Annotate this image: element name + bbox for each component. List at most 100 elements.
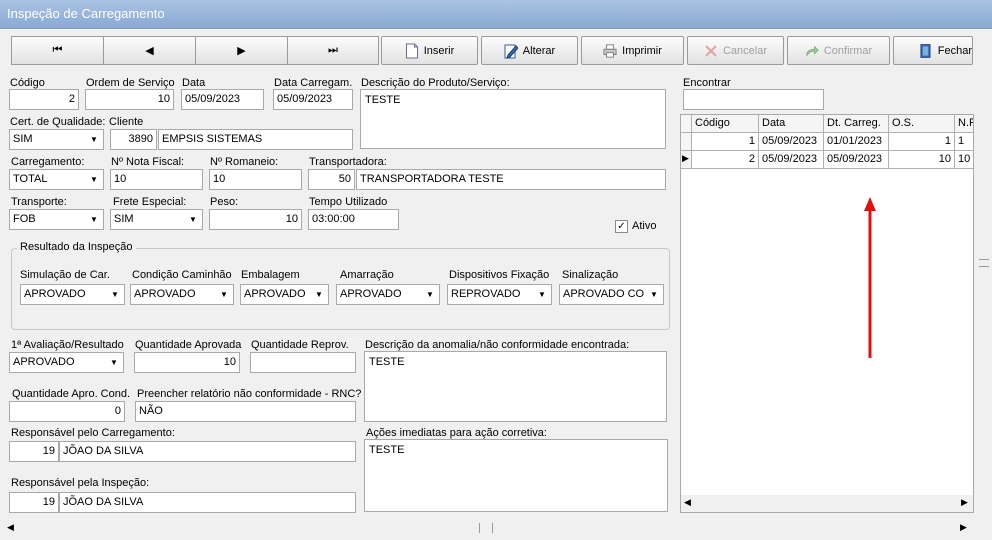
acoes-memo[interactable]: TESTE <box>364 439 668 512</box>
anomalia-memo[interactable]: TESTE <box>364 351 667 422</box>
annotation-arrow-icon <box>864 197 876 358</box>
cell-codigo: 2 <box>692 151 759 169</box>
ativo-checkbox[interactable]: ✓ <box>615 220 628 233</box>
transportadora-name-field[interactable]: TRANSPORTADORA TESTE <box>356 169 666 190</box>
qtd-aprov-label: Quantidade Aprovada <box>135 339 242 351</box>
cancel-label: Cancelar <box>722 44 768 57</box>
resp-insp-label: Responsável pela Inspeção: <box>11 477 150 489</box>
cliente-name-field[interactable]: EMPSIS SISTEMAS <box>158 129 353 150</box>
cliente-code-field[interactable]: 3890 <box>110 129 157 150</box>
first-record-button[interactable]: ⏮ <box>11 36 104 65</box>
close-door-icon <box>920 43 931 58</box>
cancel-button[interactable]: Cancelar <box>687 36 784 65</box>
sinalizacao-select[interactable]: APROVADO CONI ▼ <box>559 284 664 305</box>
chevron-down-icon: ▼ <box>85 170 103 189</box>
cell-os: 10 <box>889 151 955 169</box>
chevron-down-icon: ▼ <box>85 210 103 229</box>
rnc-field[interactable]: NÃO <box>135 401 356 422</box>
confirm-button[interactable]: Confirmar <box>787 36 890 65</box>
grid-col-dt-carreg[interactable]: Dt. Carreg. <box>824 115 889 133</box>
embalagem-select[interactable]: APROVADO ▼ <box>240 284 329 305</box>
last-icon: ⏭ <box>328 44 338 56</box>
edit-button[interactable]: Alterar <box>481 36 578 65</box>
search-input[interactable] <box>683 89 824 110</box>
frete-label: Frete Especial: <box>113 196 187 208</box>
descricao-memo[interactable]: TESTE <box>360 89 666 149</box>
resp-insp-name-field[interactable]: JÕAO DA SILVA <box>59 492 356 513</box>
transporte-select[interactable]: FOB ▼ <box>9 209 104 230</box>
carregamento-label: Carregamento: <box>11 156 85 168</box>
scroll-grip[interactable] <box>479 523 493 533</box>
resp-carreg-label: Responsável pelo Carregamento: <box>11 427 175 439</box>
chevron-down-icon: ▼ <box>106 285 124 304</box>
anomalia-label: Descrição da anomalia/não conformidade e… <box>365 339 630 351</box>
insert-button[interactable]: Inserir <box>381 36 478 65</box>
vertical-scrollbar[interactable] <box>976 67 992 517</box>
next-icon: ▶ <box>237 45 246 57</box>
table-row[interactable]: ▶ 2 05/09/2023 05/09/2023 10 10 <box>681 151 973 169</box>
confirm-arrow-icon <box>806 45 819 57</box>
print-button[interactable]: Imprimir <box>581 36 684 65</box>
condicao-select[interactable]: APROVADO ▼ <box>130 284 234 305</box>
cert-value: SIM <box>13 133 33 145</box>
nota-field[interactable]: 10 <box>110 169 203 190</box>
transporte-label: Transporte: <box>11 196 67 208</box>
amarracao-select[interactable]: APROVADO ▼ <box>336 284 440 305</box>
transportadora-code-field[interactable]: 50 <box>308 169 355 190</box>
next-record-button[interactable]: ▶ <box>195 36 288 65</box>
condicao-value: APROVADO <box>134 288 196 300</box>
grid-header: Código Data Dt. Carreg. O.S. N.F <box>681 115 973 133</box>
condicao-label: Condição Caminhão <box>132 269 232 281</box>
chevron-down-icon: ▼ <box>645 285 663 304</box>
ordem-field[interactable]: 10 <box>85 89 174 110</box>
cert-select[interactable]: SIM ▼ <box>9 129 104 150</box>
tempo-field[interactable]: 03:00:00 <box>308 209 399 230</box>
grid-col-nf[interactable]: N.F <box>955 115 973 133</box>
ativo-label: Ativo <box>632 220 657 232</box>
qtd-reprov-field[interactable] <box>250 352 356 373</box>
horizontal-scrollbar[interactable]: ◀ ▶ <box>4 520 972 537</box>
data-field[interactable]: 05/09/2023 <box>181 89 264 110</box>
scroll-left-icon[interactable]: ◀ <box>7 522 14 533</box>
resp-carreg-name-field[interactable]: JÕAO DA SILVA <box>59 441 356 462</box>
window-title: Inspeção de Carregamento <box>7 6 165 21</box>
table-row[interactable]: 1 05/09/2023 01/01/2023 1 1 <box>681 133 973 151</box>
avaliacao-select[interactable]: APROVADO ▼ <box>9 352 124 373</box>
cert-label: Cert. de Qualidade: <box>10 116 106 128</box>
codigo-label: Código <box>10 77 45 89</box>
dispositivos-select[interactable]: REPROVADO ▼ <box>447 284 552 305</box>
chevron-down-icon: ▼ <box>310 285 328 304</box>
search-label: Encontrar <box>683 77 731 89</box>
grid-col-os[interactable]: O.S. <box>889 115 955 133</box>
simulacao-select[interactable]: APROVADO ▼ <box>20 284 125 305</box>
last-record-button[interactable]: ⏭ <box>287 36 379 65</box>
frete-select[interactable]: SIM ▼ <box>110 209 203 230</box>
grid-scroll-left-icon[interactable]: ◀ <box>684 497 691 508</box>
grid-col-data[interactable]: Data <box>759 115 824 133</box>
insert-label: Inserir <box>423 44 455 57</box>
chevron-down-icon: ▼ <box>85 130 103 149</box>
data-carreg-field[interactable]: 05/09/2023 <box>273 89 353 110</box>
peso-field[interactable]: 10 <box>209 209 302 230</box>
data-label: Data <box>182 77 206 89</box>
close-button[interactable]: Fechar <box>893 36 973 65</box>
prev-record-button[interactable]: ◀ <box>103 36 196 65</box>
resp-carreg-code-field[interactable]: 19 <box>9 441 59 462</box>
scroll-right-icon[interactable]: ▶ <box>960 522 967 533</box>
romaneio-field[interactable]: 10 <box>209 169 302 190</box>
records-grid[interactable]: Código Data Dt. Carreg. O.S. N.F 1 05/09… <box>680 114 974 513</box>
carregamento-select[interactable]: TOTAL ▼ <box>9 169 104 190</box>
resp-insp-code-field[interactable]: 19 <box>9 492 59 513</box>
qtd-cond-field[interactable]: 0 <box>9 401 125 422</box>
vscroll-grip[interactable] <box>979 259 989 267</box>
cell-data: 05/09/2023 <box>759 151 824 169</box>
qtd-cond-label: Quantidade Apro. Cond. <box>12 388 131 400</box>
qtd-aprov-field[interactable]: 10 <box>134 352 240 373</box>
grid-col-codigo[interactable]: Código <box>692 115 759 133</box>
codigo-field[interactable]: 2 <box>9 89 79 110</box>
cell-dt-carreg: 05/09/2023 <box>824 151 889 169</box>
data-carreg-label: Data Carregam. <box>274 77 353 89</box>
grid-horizontal-scrollbar[interactable]: ◀ ▶ <box>681 495 973 512</box>
transporte-value: FOB <box>13 213 36 225</box>
grid-scroll-right-icon[interactable]: ▶ <box>961 497 968 508</box>
